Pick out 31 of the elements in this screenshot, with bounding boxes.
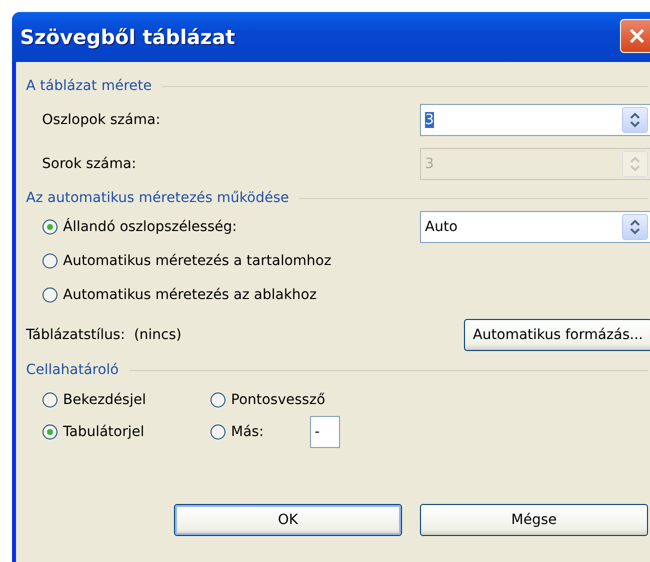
group-title: Cellahatároló: [26, 362, 119, 378]
radio-label[interactable]: Pontosvessző: [231, 392, 326, 408]
dialog-button[interactable]: OK: [174, 504, 402, 536]
radio-label[interactable]: Tabulátorjel: [63, 424, 144, 440]
close-icon: [628, 27, 646, 45]
radio-button[interactable]: [210, 392, 226, 408]
field-label: Oszlopok száma:: [42, 112, 160, 128]
radio-label[interactable]: Bekezdésjel: [63, 392, 146, 408]
radio-label[interactable]: Állandó oszlopszélesség:: [63, 219, 237, 235]
radio-button[interactable]: [42, 287, 58, 303]
spin-field[interactable]: Auto: [420, 211, 650, 243]
autoformat-button[interactable]: Automatikus formázás...: [464, 319, 650, 351]
radio-button[interactable]: [42, 424, 58, 440]
window-title: Szövegből táblázat: [20, 25, 235, 49]
radio-button[interactable]: [42, 392, 58, 408]
radio-label[interactable]: Automatikus méretezés az ablakhoz: [63, 287, 317, 303]
radio-button[interactable]: [42, 253, 58, 269]
radio-button[interactable]: [210, 424, 226, 440]
radio-label[interactable]: Más:: [231, 424, 264, 440]
radio-label[interactable]: Automatikus méretezés a tartalomhoz: [63, 253, 332, 269]
field-label: Sorok száma:: [42, 156, 136, 172]
separator-field[interactable]: -: [310, 416, 340, 448]
dialog-button[interactable]: Mégse: [420, 504, 648, 536]
spin-arrows[interactable]: [622, 214, 648, 240]
group-title: A táblázat mérete: [26, 78, 152, 94]
spin-arrows[interactable]: [622, 107, 648, 133]
group-title: Az automatikus méretezés működése: [26, 190, 289, 206]
spin-field[interactable]: 3: [420, 104, 650, 136]
radio-button[interactable]: [42, 219, 58, 235]
table-style-text: Táblázatstílus: (nincs): [26, 327, 182, 343]
close-button[interactable]: [620, 19, 650, 53]
